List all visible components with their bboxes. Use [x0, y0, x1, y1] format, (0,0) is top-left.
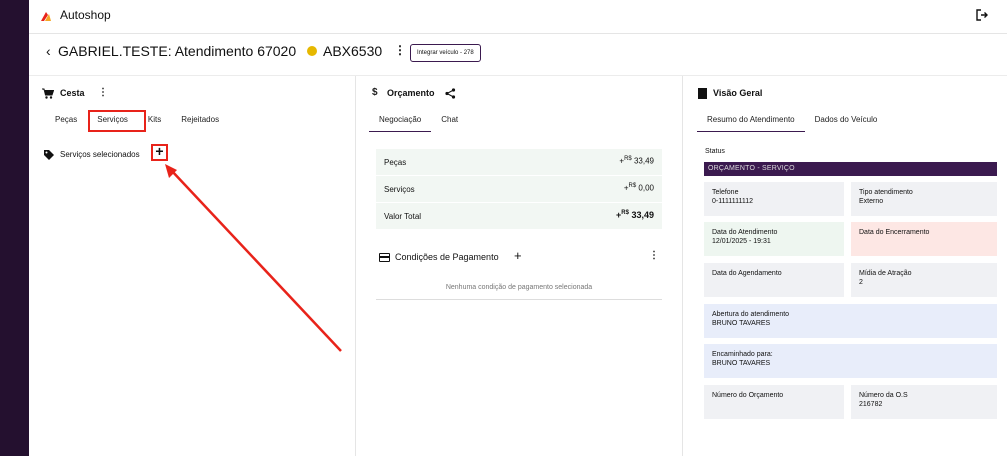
numero-os-label: Número da O.S: [859, 392, 908, 399]
status-dot: [307, 46, 317, 56]
numero-os-card: Número da O.S 216782: [851, 385, 997, 419]
status-label: Status: [705, 148, 725, 155]
no-conditions-message: Nenhuma condição de pagamento selecionad…: [376, 284, 662, 300]
orcamento-tabs: Negociação Chat: [369, 114, 468, 132]
summary-label: Valor Total: [384, 212, 422, 221]
encaminhado-card: Encaminhado para: BRUNO TAVARES: [704, 344, 997, 378]
midia-atracao-value: 2: [859, 279, 863, 286]
tab-resumo-atendimento[interactable]: Resumo do Atendimento: [697, 114, 805, 132]
summary-label: Peças: [384, 158, 407, 167]
midia-atracao-card: Mídia de Atração 2: [851, 263, 997, 297]
summary-value: +R$ 33,49: [616, 210, 654, 220]
integrar-veiculo-button[interactable]: Integrar veículo - 278: [410, 44, 481, 62]
visao-tabs: Resumo do Atendimento Dados do Veículo: [697, 114, 887, 132]
cesta-panel: Cesta ⋮ Peças Serviços Kits Rejeitados S…: [29, 76, 356, 456]
header-kebab-icon[interactable]: ⋮: [394, 43, 406, 57]
midia-atracao-label: Mídia de Atração: [859, 270, 912, 277]
logout-icon[interactable]: [975, 8, 989, 22]
abertura-atendimento-card: Abertura do atendimento BRUNO TAVARES: [704, 304, 997, 338]
autoshop-logo-icon: [41, 12, 51, 21]
data-atendimento-card: Data do Atendimento 12/01/2025 - 19:31: [704, 222, 844, 256]
app-title: Autoshop: [60, 8, 111, 22]
tab-pecas[interactable]: Peças: [45, 114, 87, 132]
data-atendimento-value: 12/01/2025 - 19:31: [712, 238, 771, 245]
annotation-arrow: [165, 164, 342, 352]
tipo-atendimento-value: Externo: [859, 198, 884, 205]
summary-row-total: Valor Total +R$ 33,49: [376, 203, 662, 230]
numero-orcamento-label: Número do Orçamento: [712, 392, 784, 399]
data-encerramento-label: Data do Encerramento: [859, 229, 930, 236]
visao-geral-title: Visão Geral: [713, 88, 763, 98]
cesta-kebab-icon[interactable]: ⋮: [98, 87, 108, 98]
servicos-selecionados-label: Serviços selecionados: [60, 150, 140, 159]
page-title: GABRIEL.TESTE: Atendimento 67020: [58, 43, 297, 59]
telefone-value: 0-1111111112: [712, 198, 753, 205]
telefone-label: Telefone: [712, 189, 739, 196]
servicos-tab-highlight: [88, 110, 146, 132]
summary-value: +R$ 0,00: [623, 183, 654, 193]
tipo-atendimento-card: Tipo atendimento Externo: [851, 182, 997, 216]
visao-geral-panel: Visão Geral Resumo do Atendimento Dados …: [684, 76, 1007, 456]
summary-row-servicos: Serviços +R$ 0,00: [376, 176, 662, 203]
numero-os-value: 216782: [859, 401, 883, 408]
numero-orcamento-card: Número do Orçamento: [704, 385, 844, 419]
data-encerramento-card: Data do Encerramento: [851, 222, 997, 256]
summary-value: +R$ 33,49: [619, 156, 654, 166]
abertura-label: Abertura do atendimento: [712, 311, 790, 318]
top-bar: Autoshop: [29, 0, 1007, 34]
abertura-value: BRUNO TAVARES: [712, 320, 771, 327]
data-agendamento-card: Data do Agendamento: [704, 263, 844, 297]
cart-icon: [42, 88, 54, 99]
status-value-bar: ORÇAMENTO - SERVIÇO: [704, 162, 997, 176]
summary-row-pecas: Peças +R$ 33,49: [376, 149, 662, 176]
data-atendimento-label: Data do Atendimento: [712, 229, 778, 236]
document-icon: [698, 88, 707, 99]
tipo-atendimento-label: Tipo atendimento: [859, 189, 913, 196]
vehicle-plate: ABX6530: [323, 43, 383, 59]
encaminhado-value: BRUNO TAVARES: [712, 360, 771, 367]
left-rail: [0, 0, 29, 456]
tag-icon: [44, 150, 54, 160]
share-icon[interactable]: [445, 88, 456, 99]
cesta-title: Cesta: [60, 88, 85, 98]
data-agendamento-label: Data do Agendamento: [712, 270, 782, 277]
page-header: ‹ GABRIEL.TESTE: Atendimento 67020 ABX65…: [29, 34, 1007, 76]
tab-rejeitados[interactable]: Rejeitados: [171, 114, 229, 132]
back-chevron-icon[interactable]: ‹: [46, 43, 51, 59]
orcamento-title: Orçamento: [387, 88, 435, 98]
condicoes-kebab-icon[interactable]: ⋮: [649, 250, 659, 261]
condicoes-pagamento-title: Condições de Pagamento: [395, 252, 499, 262]
credit-card-icon: [379, 253, 390, 262]
tab-negociacao[interactable]: Negociação: [369, 114, 432, 132]
orcamento-summary: Peças +R$ 33,49 Serviços +R$ 0,00 Valor …: [376, 149, 662, 230]
telefone-card: Telefone 0-1111111112: [704, 182, 844, 216]
dollar-icon: $: [372, 87, 378, 98]
add-condicao-plus-icon[interactable]: +: [514, 248, 522, 263]
summary-label: Serviços: [384, 185, 415, 194]
encaminhado-label: Encaminhado para:: [712, 351, 773, 358]
tab-chat[interactable]: Chat: [431, 114, 468, 132]
tab-dados-veiculo[interactable]: Dados do Veículo: [805, 114, 888, 132]
orcamento-panel: $ Orçamento Negociação Chat Peças +R$ 33…: [357, 76, 683, 456]
